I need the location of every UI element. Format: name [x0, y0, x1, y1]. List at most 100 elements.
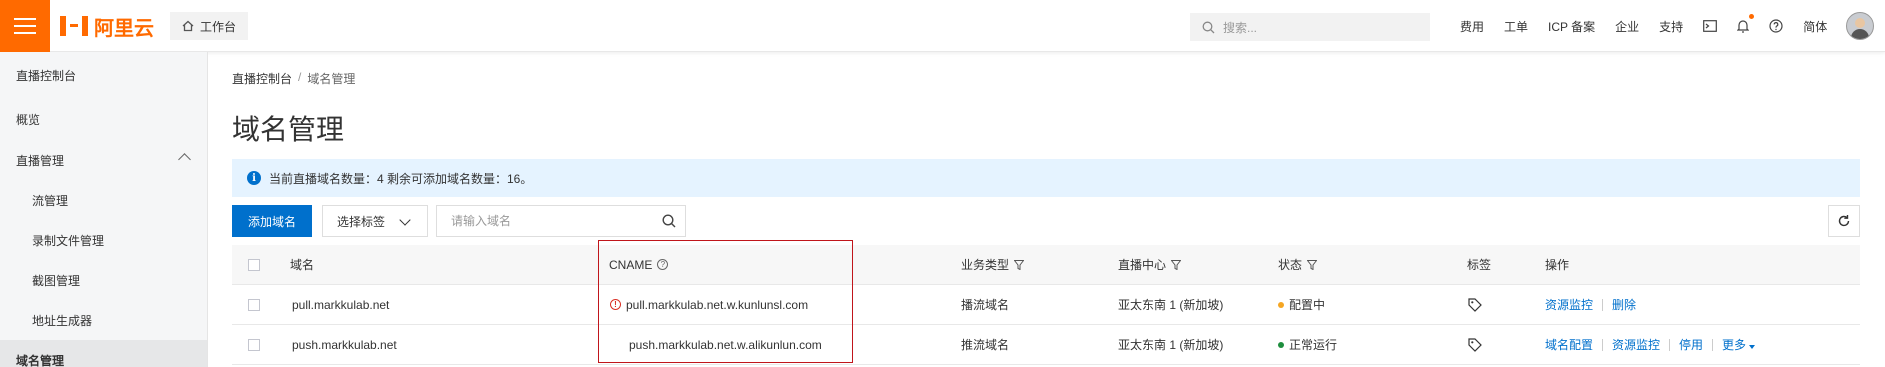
global-search-placeholder: 搜索... [1223, 20, 1258, 35]
question-icon[interactable]: ? [657, 259, 669, 270]
workbench-button[interactable]: 工作台 [170, 12, 249, 40]
col-tag: 标签 [1467, 258, 1492, 272]
top-link-enterprise[interactable]: 企业 [1605, 0, 1649, 52]
divider [1602, 298, 1604, 311]
col-cname: CNAME ? [609, 257, 669, 272]
logo-mark-icon [60, 16, 88, 36]
main-content: 直播控制台 / 域名管理 域名管理 i 当前直播域名数量：4 剩余可添加域名数量… [232, 52, 1862, 367]
status-cell: 配置中 [1278, 296, 1325, 313]
col-status-label: 状态 [1278, 258, 1303, 272]
filter-icon[interactable] [1307, 259, 1318, 270]
sidebar-item-stream[interactable]: 流管理 [0, 180, 207, 220]
ops-cell: 资源监控 删除 [1545, 296, 1636, 313]
terminal-icon[interactable] [1693, 0, 1727, 52]
divider [1712, 338, 1714, 351]
filter-icon[interactable] [1014, 259, 1025, 270]
domain-table: 域名 CNAME ? 业务类型 直播中心 状态 标签 操作 pull.markk… [232, 245, 1860, 365]
page-title: 域名管理 [232, 114, 345, 145]
status-badge: 正常运行 [1289, 338, 1338, 352]
caret-down-icon [1749, 345, 1756, 349]
aliyun-logo[interactable]: 阿里云 [60, 13, 154, 40]
col-domain: 域名 [290, 258, 315, 272]
avatar[interactable] [1846, 12, 1874, 40]
resource-monitor-link[interactable]: 资源监控 [1545, 296, 1593, 313]
biz-type-cell: 推流域名 [961, 338, 1010, 352]
sidebar-item-overview[interactable]: 概览 [0, 98, 207, 140]
breadcrumb-separator: / [298, 70, 302, 84]
bell-icon[interactable] [1727, 0, 1759, 52]
global-search[interactable]: 搜索... [1190, 13, 1430, 41]
select-all-cell [248, 258, 260, 271]
resource-monitor-link[interactable]: 资源监控 [1612, 336, 1660, 353]
chevron-up-icon [178, 153, 191, 166]
col-center: 直播中心 [1118, 256, 1182, 273]
top-link-ticket[interactable]: 工单 [1494, 0, 1538, 52]
sidebar-item-console[interactable]: 直播控制台 [0, 52, 207, 98]
col-status: 状态 [1278, 256, 1318, 273]
row-select-cell [248, 298, 260, 311]
domain-cell: pull.markkulab.net [292, 297, 390, 312]
tag-cell [1468, 297, 1482, 312]
col-biz-type-label: 业务类型 [961, 258, 1010, 272]
sidebar-item-recording[interactable]: 录制文件管理 [0, 220, 207, 260]
info-icon: i [247, 171, 261, 185]
domain-search-input[interactable] [437, 206, 653, 236]
table-row: push.markkulab.net push.markkulab.net.w.… [232, 325, 1860, 365]
col-ops: 操作 [1545, 258, 1570, 272]
tag-cell [1468, 337, 1482, 352]
domain-search [436, 205, 686, 237]
notice-banner: i 当前直播域名数量：4 剩余可添加域名数量：16。 [232, 159, 1860, 197]
row-checkbox[interactable] [248, 298, 260, 311]
domain-config-link[interactable]: 域名配置 [1545, 336, 1593, 353]
breadcrumb: 直播控制台 / 域名管理 [232, 70, 355, 87]
logo-text: 阿里云 [94, 17, 154, 40]
sidebar-item-live-management[interactable]: 直播管理 [0, 140, 207, 180]
cname-cell: push.markkulab.net.w.alikunlun.com [629, 338, 822, 352]
notice-text: 当前直播域名数量：4 剩余可添加域名数量：16。 [269, 171, 533, 186]
breadcrumb-root[interactable]: 直播控制台 [232, 70, 292, 87]
select-all-checkbox[interactable] [248, 258, 260, 271]
sidebar: 直播控制台 概览 直播管理 流管理 录制文件管理 截图管理 地址生成器 域名管理 [0, 52, 208, 367]
top-link-icp[interactable]: ICP 备案 [1538, 0, 1605, 52]
warning-icon[interactable]: ! [610, 299, 621, 310]
divider [1602, 338, 1604, 351]
sidebar-item-domain[interactable]: 域名管理 [0, 340, 207, 367]
row-checkbox[interactable] [248, 338, 260, 351]
tag-icon[interactable] [1468, 337, 1482, 352]
sidebar-item-url-generator[interactable]: 地址生成器 [0, 300, 207, 340]
status-dot [1278, 301, 1284, 308]
hamburger-menu-button[interactable] [0, 0, 50, 52]
tag-icon[interactable] [1468, 297, 1482, 312]
table-row: pull.markkulab.net ! pull.markkulab.net.… [232, 285, 1860, 325]
ops-cell: 域名配置 资源监控 停用 更多 [1545, 336, 1756, 353]
status-badge: 配置中 [1289, 298, 1326, 312]
domain-cell: push.markkulab.net [292, 337, 397, 352]
top-nav-bar: 阿里云 工作台 搜索... 费用 工单 ICP 备案 企业 支持 简体 [0, 0, 1885, 52]
top-link-support[interactable]: 支持 [1649, 0, 1693, 52]
delete-link[interactable]: 删除 [1612, 296, 1636, 313]
refresh-button[interactable] [1828, 205, 1860, 237]
divider [1669, 338, 1671, 351]
filter-icon[interactable] [1171, 259, 1182, 270]
status-cell: 正常运行 [1278, 336, 1337, 353]
table-header: 域名 CNAME ? 业务类型 直播中心 状态 标签 操作 [232, 245, 1860, 285]
breadcrumb-current: 域名管理 [307, 72, 356, 86]
cname-value: push.markkulab.net.w.alikunlun.com [629, 337, 822, 352]
row-select-cell [248, 338, 260, 351]
col-cname-label: CNAME [609, 257, 653, 272]
language-switch[interactable]: 简体 [1793, 0, 1837, 52]
add-domain-button[interactable]: 添加域名 [232, 205, 313, 237]
home-icon [182, 20, 194, 32]
help-icon[interactable] [1759, 0, 1793, 52]
more-dropdown[interactable]: 更多 [1722, 336, 1756, 353]
disable-link[interactable]: 停用 [1679, 336, 1703, 353]
center-cell: 亚太东南 1 (新加坡) [1118, 338, 1224, 352]
biz-type-cell: 播流域名 [961, 298, 1010, 312]
tag-select[interactable]: 选择标签 [322, 205, 428, 237]
status-dot [1278, 341, 1284, 348]
sidebar-item-snapshot[interactable]: 截图管理 [0, 260, 207, 300]
search-icon[interactable] [653, 206, 685, 236]
col-center-label: 直播中心 [1118, 258, 1167, 272]
tag-select-label: 选择标签 [337, 214, 386, 229]
top-link-billing[interactable]: 费用 [1450, 0, 1494, 52]
